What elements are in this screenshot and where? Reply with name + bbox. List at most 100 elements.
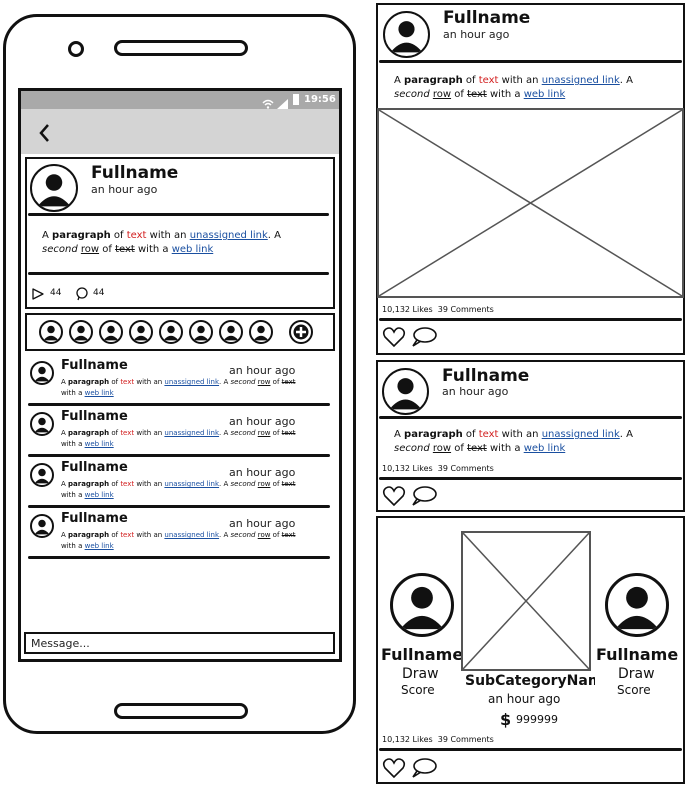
comment-author-name[interactable]: Fullname — [61, 511, 128, 526]
plus-icon — [293, 324, 309, 340]
card3-left-avatar[interactable] — [390, 573, 454, 637]
card2-comment-button[interactable] — [411, 486, 437, 506]
comment-time: an hour ago — [229, 517, 296, 530]
para-underline: row — [432, 88, 452, 100]
card2-author-name[interactable]: Fullname — [442, 366, 529, 386]
comment-author-name[interactable]: Fullname — [61, 358, 128, 373]
para-text: of — [462, 429, 479, 440]
user-icon — [34, 519, 50, 535]
unassigned-link[interactable]: unassigned link — [164, 378, 219, 386]
participant-avatar[interactable] — [219, 320, 243, 344]
para-italic: second — [230, 429, 256, 437]
app-header — [21, 109, 339, 154]
web-link[interactable]: web link — [85, 491, 114, 499]
user-icon — [400, 586, 444, 630]
para-text: with an — [134, 378, 165, 386]
web-link[interactable]: web link — [524, 89, 566, 100]
heart-icon — [382, 758, 406, 779]
phone-home-button[interactable] — [114, 703, 248, 719]
card1-comment-button[interactable] — [411, 327, 437, 347]
comment-avatar[interactable] — [30, 361, 54, 385]
para-text: . A — [619, 75, 633, 86]
speech-bubble-icon — [412, 486, 437, 506]
unassigned-link[interactable]: unassigned link — [542, 429, 620, 440]
participant-avatar[interactable] — [249, 320, 273, 344]
card1-author-name[interactable]: Fullname — [443, 8, 530, 28]
para-text: of — [109, 480, 121, 488]
participant-avatar[interactable] — [189, 320, 213, 344]
participant-avatar[interactable] — [39, 320, 63, 344]
user-icon — [223, 325, 239, 341]
comment-avatar[interactable] — [30, 514, 54, 538]
battery-icon — [293, 94, 299, 105]
card2-like-button[interactable] — [382, 485, 406, 507]
card1-like-button[interactable] — [382, 326, 406, 348]
user-icon — [103, 325, 119, 341]
card3-stats-divider — [379, 748, 682, 751]
para-bold: paragraph — [68, 480, 110, 488]
para-text: of — [451, 88, 468, 100]
para-text: with a — [134, 243, 172, 255]
para-text: . A — [267, 230, 281, 241]
back-button[interactable] — [36, 122, 54, 144]
participant-avatar[interactable] — [159, 320, 183, 344]
user-icon — [43, 325, 59, 341]
unassigned-link[interactable]: unassigned link — [164, 429, 219, 437]
para-text: of — [99, 243, 116, 255]
post-divider-top — [28, 213, 329, 216]
unassigned-link[interactable]: unassigned link — [190, 230, 268, 241]
message-input[interactable]: Message... — [24, 632, 335, 654]
card1-time: an hour ago — [443, 28, 510, 41]
post-avatar[interactable] — [30, 164, 78, 212]
participant-avatar[interactable] — [99, 320, 123, 344]
comment-button[interactable] — [75, 286, 89, 301]
web-link[interactable]: web link — [85, 542, 114, 550]
comment-author-name[interactable]: Fullname — [61, 409, 128, 424]
web-link[interactable]: web link — [172, 244, 214, 255]
status-bar — [21, 91, 339, 109]
card3-right-avatar[interactable] — [605, 573, 669, 637]
para-text: A — [394, 429, 405, 440]
web-link[interactable]: web link — [85, 440, 114, 448]
user-icon — [615, 586, 659, 630]
card3-comment-button[interactable] — [411, 758, 437, 778]
card2-avatar[interactable] — [382, 368, 429, 415]
phone-camera — [68, 41, 84, 57]
participant-avatar[interactable] — [129, 320, 153, 344]
comment-avatar[interactable] — [30, 463, 54, 487]
card2-time: an hour ago — [442, 385, 509, 398]
like-button[interactable] — [31, 286, 45, 300]
card3-left-draw: Draw — [402, 666, 439, 682]
card3-like-button[interactable] — [382, 757, 406, 779]
comment-divider — [28, 556, 330, 559]
participant-avatar[interactable] — [69, 320, 93, 344]
para-text: A — [394, 75, 405, 86]
web-link[interactable]: web link — [524, 443, 566, 454]
card3-left-name[interactable]: Fullname — [381, 645, 463, 664]
card1-avatar[interactable] — [383, 11, 430, 58]
para-text: of — [109, 378, 121, 386]
para-red-text: text — [478, 429, 499, 440]
unassigned-link[interactable]: unassigned link — [164, 531, 219, 539]
comment-avatar[interactable] — [30, 412, 54, 436]
card3-right-name[interactable]: Fullname — [596, 645, 678, 664]
user-icon — [389, 378, 422, 410]
para-strike: text — [467, 88, 487, 100]
unassigned-link[interactable]: unassigned link — [164, 480, 219, 488]
para-italic: second — [230, 531, 256, 539]
card3-right-draw: Draw — [618, 666, 655, 682]
unassigned-link[interactable]: unassigned link — [542, 75, 620, 86]
card3-price-symbol: $ — [500, 710, 512, 729]
web-link[interactable]: web link — [85, 389, 114, 397]
para-red-text: text — [120, 480, 135, 488]
post-author-name[interactable]: Fullname — [91, 163, 178, 183]
status-time: 19:56 — [304, 94, 336, 105]
card3-stats: 10,132 Likes 39 Comments — [382, 735, 494, 744]
comment-author-name[interactable]: Fullname — [61, 460, 128, 475]
para-red-text: text — [120, 429, 135, 437]
add-participant-button[interactable] — [289, 320, 313, 344]
para-underline: row — [257, 378, 271, 386]
user-icon — [133, 325, 149, 341]
para-text: with a — [486, 88, 524, 100]
para-text: of — [270, 480, 282, 488]
